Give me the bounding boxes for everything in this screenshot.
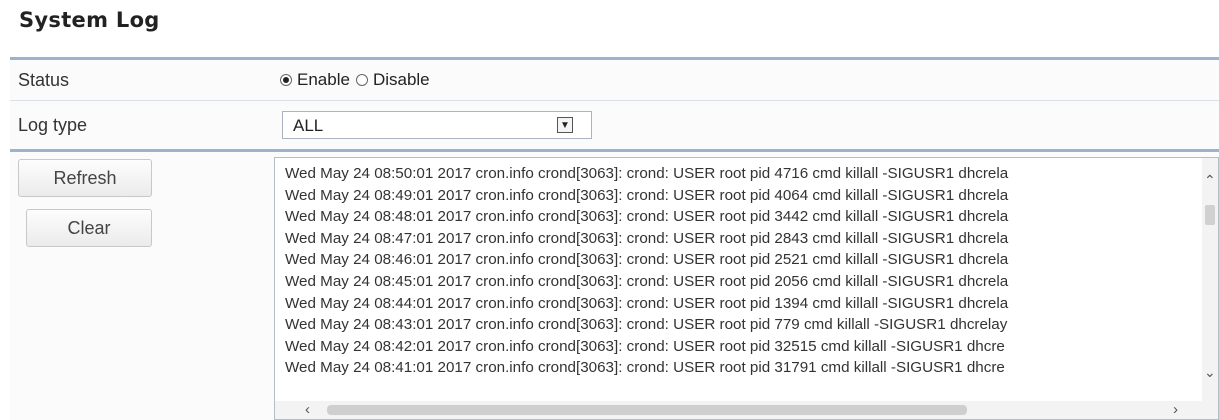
disable-radio-label[interactable]: Disable <box>373 70 430 90</box>
log-line: Wed May 24 08:46:01 2017 cron.info crond… <box>285 251 1009 269</box>
chevron-up-icon[interactable]: ⌃ <box>1204 172 1216 189</box>
enable-radio-label[interactable]: Enable <box>297 70 350 90</box>
refresh-button[interactable]: Refresh <box>18 159 152 197</box>
status-row: Status Enable Disable <box>10 60 1219 101</box>
page-title: System Log <box>19 8 160 32</box>
log-area-row: Refresh Clear Wed May 24 08:50:01 2017 c… <box>10 152 1219 420</box>
log-line: Wed May 24 08:45:01 2017 cron.info crond… <box>285 272 1009 290</box>
log-line: Wed May 24 08:42:01 2017 cron.info crond… <box>285 337 1005 355</box>
status-label: Status <box>18 70 70 90</box>
log-line: Wed May 24 08:48:01 2017 cron.info crond… <box>285 208 1009 226</box>
vertical-scrollbar[interactable]: ⌃ ⌄ <box>1202 158 1218 401</box>
enable-radio[interactable] <box>280 74 292 86</box>
log-type-label: Log type <box>18 115 88 135</box>
log-type-selected-value: ALL <box>293 116 324 135</box>
horizontal-scrollbar[interactable]: ‹ › <box>275 401 1218 419</box>
vertical-scroll-thumb[interactable] <box>1205 205 1215 225</box>
clear-button[interactable]: Clear <box>26 209 152 247</box>
chevron-down-icon[interactable]: ▼ <box>557 117 573 133</box>
log-line: Wed May 24 08:44:01 2017 cron.info crond… <box>285 294 1009 312</box>
system-log-textarea[interactable]: Wed May 24 08:50:01 2017 cron.info crond… <box>274 157 1219 420</box>
log-line: Wed May 24 08:43:01 2017 cron.info crond… <box>285 316 1008 334</box>
log-line: Wed May 24 08:49:01 2017 cron.info crond… <box>285 186 1009 204</box>
chevron-left-icon[interactable]: ‹ <box>305 401 310 418</box>
horizontal-scroll-thumb[interactable] <box>327 405 967 415</box>
disable-radio[interactable] <box>355 74 368 86</box>
log-line: Wed May 24 08:41:01 2017 cron.info crond… <box>285 359 1005 377</box>
log-type-row: Log type ALL ▼ <box>10 101 1219 152</box>
log-lines: Wed May 24 08:50:01 2017 cron.info crond… <box>285 163 1205 379</box>
status-radio-group: Enable Disable <box>280 70 436 90</box>
log-line: Wed May 24 08:50:01 2017 cron.info crond… <box>285 165 1009 182</box>
log-type-select[interactable]: ALL ▼ <box>282 111 592 139</box>
chevron-right-icon[interactable]: › <box>1173 401 1178 418</box>
log-line: Wed May 24 08:47:01 2017 cron.info crond… <box>285 229 1009 247</box>
chevron-down-icon[interactable]: ⌄ <box>1204 364 1216 381</box>
